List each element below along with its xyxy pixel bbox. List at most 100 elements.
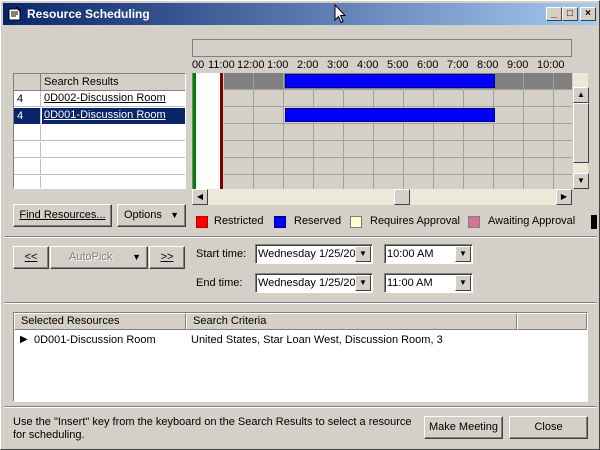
end-time-select[interactable]: 11:00 AM ▼	[384, 273, 473, 293]
meeting-start-marker[interactable]	[193, 73, 196, 189]
grid-cell[interactable]	[434, 158, 464, 175]
grid-cell[interactable]	[314, 90, 344, 107]
grid-cell[interactable]	[494, 141, 524, 158]
grid-cell[interactable]	[344, 175, 374, 189]
grid-cell[interactable]	[554, 175, 572, 189]
horizontal-scroll-thumb[interactable]	[394, 189, 410, 205]
grid-cell[interactable]	[254, 90, 284, 107]
grid-cell[interactable]	[524, 158, 554, 175]
next-free-slot-button[interactable]: >>	[149, 246, 185, 269]
table-row[interactable]	[14, 125, 185, 141]
grid-cell[interactable]	[314, 158, 344, 175]
grid-cell[interactable]	[554, 141, 572, 158]
maximize-button[interactable]: □	[562, 7, 578, 21]
scroll-down-icon[interactable]: ▼	[573, 173, 589, 189]
grid-cell[interactable]	[464, 141, 494, 158]
scroll-up-icon[interactable]: ▲	[573, 87, 589, 103]
grid-cell[interactable]	[434, 90, 464, 107]
close-button[interactable]: Close	[509, 416, 588, 439]
grid-cell[interactable]	[524, 73, 554, 90]
grid-cell[interactable]	[494, 73, 524, 90]
grid-cell[interactable]	[284, 141, 314, 158]
grid-cell[interactable]	[314, 124, 344, 141]
grid-cell[interactable]	[554, 124, 572, 141]
reservation-bar[interactable]	[285, 108, 495, 122]
grid-cell[interactable]	[284, 158, 314, 175]
selected-resources-column-header[interactable]: Selected Resources	[14, 313, 186, 330]
resource-name[interactable]: 0D002-Discussion Room	[42, 91, 185, 107]
grid-cell[interactable]	[524, 175, 554, 189]
horizontal-scrollbar[interactable]: ◀ ▶	[192, 189, 572, 205]
grid-cell[interactable]	[464, 158, 494, 175]
grid-cell[interactable]	[344, 124, 374, 141]
grid-cell[interactable]	[434, 124, 464, 141]
grid-cell[interactable]	[554, 90, 572, 107]
grid-cell[interactable]	[254, 124, 284, 141]
previous-free-slot-button[interactable]: <<	[13, 246, 49, 269]
grid-cell[interactable]	[224, 107, 254, 124]
table-row[interactable]: 4 0D002-Discussion Room	[14, 91, 185, 107]
resource-name[interactable]: 0D001-Discussion Room	[42, 108, 185, 124]
chevron-down-icon[interactable]: ▼	[355, 275, 371, 291]
reservation-bar[interactable]	[285, 74, 495, 88]
grid-cell[interactable]	[224, 73, 254, 90]
grid-cell[interactable]	[374, 175, 404, 189]
grid-cell[interactable]	[464, 175, 494, 189]
grid-cell[interactable]	[314, 141, 344, 158]
grid-cell[interactable]	[494, 107, 524, 124]
start-time-select[interactable]: 10:00 AM ▼	[384, 244, 473, 264]
grid-cell[interactable]	[554, 107, 572, 124]
end-date-picker[interactable]: Wednesday 1/25/20 ▼	[255, 273, 373, 293]
vertical-scrollbar[interactable]: ▲ ▼	[572, 73, 589, 189]
grid-cell[interactable]	[494, 90, 524, 107]
grid-cell[interactable]	[464, 90, 494, 107]
start-date-picker[interactable]: Wednesday 1/25/20 ▼	[255, 244, 373, 264]
table-row[interactable]: 4 0D001-Discussion Room	[14, 108, 185, 124]
grid-cell[interactable]	[524, 124, 554, 141]
selected-resources-list[interactable]: Selected Resources Search Criteria ▶ 0D0…	[13, 312, 588, 402]
table-row[interactable]: ▶ 0D001-Discussion Room United States, S…	[14, 333, 587, 349]
chevron-down-icon[interactable]: ▼	[355, 246, 371, 262]
grid-cell[interactable]	[404, 90, 434, 107]
grid-cell[interactable]	[254, 107, 284, 124]
grid-cell[interactable]	[224, 90, 254, 107]
grid-cell[interactable]	[554, 73, 572, 90]
grid-cell[interactable]	[344, 90, 374, 107]
grid-cell[interactable]	[404, 124, 434, 141]
title-bar[interactable]: Resource Scheduling _ □ ×	[3, 3, 597, 25]
table-row[interactable]	[14, 176, 185, 188]
grid-cell[interactable]	[554, 158, 572, 175]
grid-cell[interactable]	[494, 175, 524, 189]
scroll-left-icon[interactable]: ◀	[192, 189, 208, 205]
table-row[interactable]	[14, 159, 185, 175]
grid-cell[interactable]	[284, 90, 314, 107]
grid-cell[interactable]	[224, 175, 254, 189]
grid-cell[interactable]	[374, 158, 404, 175]
options-button[interactable]: Options ▼	[117, 204, 186, 227]
grid-cell[interactable]	[254, 175, 284, 189]
search-results-table[interactable]: Search Results 4 0D002-Discussion Room 4…	[13, 73, 186, 189]
grid-cell[interactable]	[254, 141, 284, 158]
grid-cell[interactable]	[404, 175, 434, 189]
chevron-down-icon[interactable]: ▼	[455, 275, 471, 291]
grid-cell[interactable]	[494, 124, 524, 141]
grid-cell[interactable]	[284, 124, 314, 141]
minimize-button[interactable]: _	[546, 7, 562, 21]
grid-cell[interactable]	[314, 175, 344, 189]
grid-cell[interactable]	[524, 90, 554, 107]
grid-cell[interactable]	[224, 158, 254, 175]
grid-cell[interactable]	[374, 90, 404, 107]
grid-cell[interactable]	[224, 124, 254, 141]
grid-cell[interactable]	[434, 175, 464, 189]
chevron-down-icon[interactable]: ▼	[455, 246, 471, 262]
grid-cell[interactable]	[464, 124, 494, 141]
grid-cell[interactable]	[374, 124, 404, 141]
table-row[interactable]	[14, 142, 185, 158]
grid-cell[interactable]	[344, 158, 374, 175]
grid-cell[interactable]	[404, 158, 434, 175]
grid-cell[interactable]	[524, 107, 554, 124]
grid-cell[interactable]	[254, 73, 284, 90]
grid-cell[interactable]	[254, 158, 284, 175]
grid-cell[interactable]	[404, 141, 434, 158]
meeting-end-marker[interactable]	[220, 73, 223, 189]
